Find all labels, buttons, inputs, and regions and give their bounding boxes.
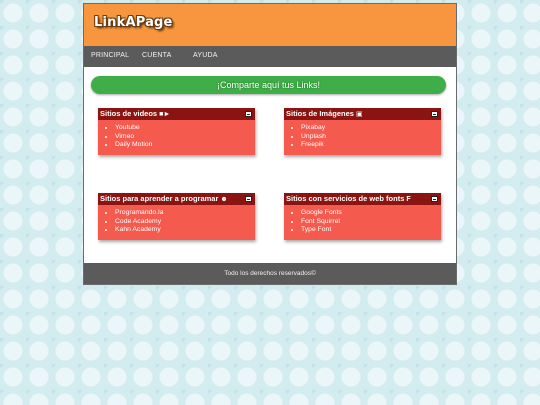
list-item: Youtube	[115, 124, 255, 133]
main-nav: PRINCIPAL CUENTA AYUDA	[84, 46, 456, 67]
list-item: Pixabay	[301, 124, 441, 133]
section-header: Sitios con servicios de web fonts F	[284, 193, 441, 205]
link-google-fonts[interactable]: Google Fonts	[301, 209, 342, 216]
section-header: Sitios de videos ■►	[98, 108, 255, 120]
emoji-icon: ☻	[220, 196, 228, 203]
font-icon: F	[406, 196, 411, 203]
video-camera-icon: ■►	[159, 111, 171, 118]
section-header: Sitios de Imágenes ▣	[284, 108, 441, 120]
link-code-academy[interactable]: Code Academy	[115, 218, 161, 225]
section-images: Sitios de Imágenes▣ Pixabay Unplash Free…	[284, 108, 441, 155]
section-web-fonts: Sitios con servicios de web fontsF Googl…	[284, 193, 441, 240]
link-list: Google Fonts Font Squirrel Type Font	[284, 209, 441, 235]
section-title: Sitios con servicios de web fonts	[286, 194, 405, 203]
nav-item-principal[interactable]: PRINCIPAL	[91, 52, 129, 59]
nav-item-ayuda[interactable]: AYUDA	[193, 52, 218, 59]
section-header: Sitios para aprender a programar ☻	[98, 193, 255, 205]
link-list: Programando.la Code Academy Kahn Academy	[98, 209, 255, 235]
link-type-font[interactable]: Type Font	[301, 226, 331, 233]
section-title: Sitios de videos	[100, 109, 158, 118]
list-item: Font Squirrel	[301, 218, 441, 227]
section-title: Sitios de Imágenes	[286, 109, 354, 118]
link-youtube[interactable]: Youtube	[115, 124, 140, 131]
list-item: Google Fonts	[301, 209, 441, 218]
camera-icon: ▣	[355, 111, 363, 118]
minimize-button[interactable]	[245, 196, 252, 202]
link-vimeo[interactable]: Vimeo	[115, 133, 134, 140]
list-item: Type Font	[301, 226, 441, 235]
nav-item-cuenta[interactable]: CUENTA	[142, 52, 171, 59]
link-font-squirrel[interactable]: Font Squirrel	[301, 218, 340, 225]
minimize-button[interactable]	[245, 111, 252, 117]
list-item: Kahn Academy	[115, 226, 255, 235]
share-banner: ¡Comparte aquí tus Links!	[91, 76, 446, 94]
site-logo[interactable]: LinkAPage	[94, 15, 173, 30]
page-frame: LinkAPage PRINCIPAL CUENTA AYUDA ¡Compar…	[83, 3, 457, 285]
link-freepik[interactable]: Freepik	[301, 141, 324, 148]
section-videos: Sitios de videos■► Youtube Vimeo Daily M…	[98, 108, 255, 155]
link-kahn-academy[interactable]: Kahn Academy	[115, 226, 161, 233]
site-footer: Todo los derechos reservados©	[84, 263, 456, 284]
site-header: LinkAPage	[84, 4, 456, 46]
link-daily-motion[interactable]: Daily Motion	[115, 141, 152, 148]
list-item: Daily Motion	[115, 141, 255, 150]
link-list: Youtube Vimeo Daily Motion	[98, 124, 255, 150]
list-item: Vimeo	[115, 133, 255, 142]
list-item: Code Academy	[115, 218, 255, 227]
link-unplash[interactable]: Unplash	[301, 133, 326, 140]
list-item: Freepik	[301, 141, 441, 150]
list-item: Unplash	[301, 133, 441, 142]
link-programando-la[interactable]: Programando.la	[115, 209, 163, 216]
section-programming: Sitios para aprender a programar☻ Progra…	[98, 193, 255, 240]
section-title: Sitios para aprender a programar	[100, 194, 219, 203]
link-pixabay[interactable]: Pixabay	[301, 124, 325, 131]
list-item: Programando.la	[115, 209, 255, 218]
minimize-button[interactable]	[431, 111, 438, 117]
minimize-button[interactable]	[431, 196, 438, 202]
link-list: Pixabay Unplash Freepik	[284, 124, 441, 150]
